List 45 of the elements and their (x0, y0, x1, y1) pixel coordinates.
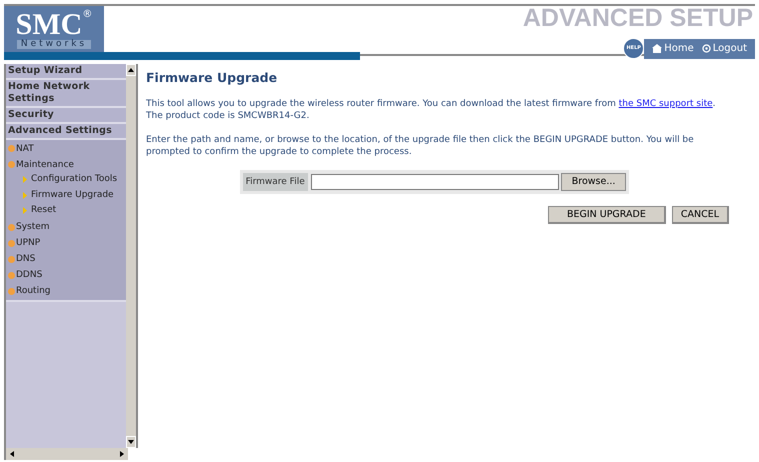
menu-item[interactable]: Routing (6, 282, 126, 298)
instructions-text: Enter the path and name, or browse to the location, of the upgrade file then click the BEGIN UPGRADE button. You will be prompted to confirm the upgrade to complete the process. (146, 134, 695, 158)
browse-button[interactable]: Browse... (560, 173, 626, 191)
triangle-icon (23, 176, 27, 184)
page-title: ADVANCED SETUP (522, 6, 753, 31)
intro-text: This tool allows you to upgrade the wireless router firmware. You can download the latest firmware from the SMC support site. The product code is SMCWBR14-G2. (146, 98, 717, 122)
submenu-item[interactable]: Reset (6, 203, 126, 218)
file-path-field[interactable] (310, 174, 559, 190)
support-link[interactable]: the SMC support site (618, 99, 713, 109)
bullet-icon (8, 256, 15, 262)
sidebar-section[interactable]: Setup Wizard (6, 64, 126, 80)
menu-item[interactable]: DNS (6, 250, 126, 266)
left-arrow-icon[interactable] (10, 451, 14, 457)
bullet-icon (8, 288, 15, 294)
menu-item[interactable]: DDNS (6, 266, 126, 282)
triangle-icon (23, 192, 27, 199)
horizontal-scrollbar[interactable] (6, 448, 128, 460)
begin-upgrade-button[interactable]: BEGIN UPGRADE (548, 206, 666, 224)
bullet-icon (8, 145, 15, 152)
up-arrow-icon[interactable] (128, 68, 134, 72)
menu-item[interactable]: System (6, 218, 126, 234)
menu-item[interactable]: UPNP (6, 234, 126, 250)
triangle-icon (23, 207, 27, 214)
sidebar-section[interactable]: Advanced Settings (6, 124, 126, 140)
down-arrow-icon[interactable] (128, 440, 134, 444)
bullet-icon (8, 224, 15, 230)
sidebar-section[interactable]: Home Network Settings (6, 80, 126, 108)
right-arrow-icon[interactable] (120, 451, 124, 457)
submenu-item[interactable]: Firmware Upgrade (6, 188, 126, 203)
page-heading: Firmware Upgrade (146, 72, 278, 84)
bullet-icon (8, 240, 15, 246)
field-label: Firmware File (242, 173, 308, 191)
house-icon (652, 44, 662, 53)
sidebar-section[interactable]: Security (6, 108, 126, 124)
bullet-icon (8, 272, 15, 278)
power-icon (702, 44, 711, 53)
logout-link[interactable]: Logout (702, 41, 747, 56)
cancel-button[interactable]: CANCEL (672, 206, 729, 224)
menu-item[interactable]: Maintenance (6, 156, 126, 172)
submenu-item[interactable]: Configuration Tools (6, 172, 126, 188)
vertical-scrollbar[interactable] (126, 64, 138, 448)
bullet-icon (8, 161, 15, 168)
menu-item[interactable]: NAT (6, 140, 126, 156)
logo: SMC® Networks (4, 6, 104, 52)
home-link[interactable]: Home (652, 41, 694, 56)
